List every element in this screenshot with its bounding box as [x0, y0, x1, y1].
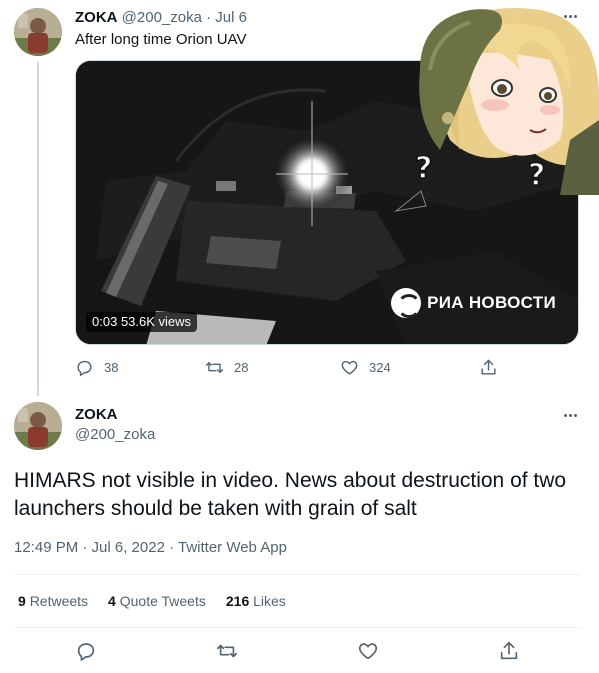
retweets-stat-count: 9 [18, 593, 26, 609]
heart-icon [341, 360, 358, 375]
likes-stat-label: Likes [253, 593, 286, 609]
thread-line [37, 62, 39, 396]
reply-icon [77, 643, 95, 661]
retweets-stat-label: Retweets [29, 593, 89, 609]
retweet-count: 28 [234, 360, 249, 375]
retweet-icon [205, 362, 224, 373]
like-count: 324 [369, 360, 391, 375]
quotes-stat-count: 4 [108, 593, 116, 609]
parent-author-handle[interactable]: @200_zoka [122, 9, 202, 26]
video-views: 53.6K views [120, 314, 192, 329]
parent-share-button[interactable] [479, 358, 498, 377]
main-tweet-text: HIMARS not visible in video. News about … [14, 469, 567, 520]
parent-author-name[interactable]: ZOKA [75, 9, 118, 26]
main-author-name[interactable]: ZOKA [75, 405, 118, 425]
parent-retweet-button[interactable]: 28 [205, 358, 248, 377]
likes-stat-count: 216 [225, 593, 250, 609]
parent-more-icon[interactable] [560, 6, 580, 26]
parent-like-button[interactable]: 324 [340, 358, 391, 377]
likes-stat[interactable]: 216 Likes [226, 591, 286, 611]
header-separator: · [206, 9, 212, 26]
parent-header: ZOKA @200_zoka · Jul 6 [75, 8, 247, 28]
share-icon [500, 641, 518, 660]
parent-tweet-text: After long time Orion UAV [75, 31, 247, 48]
ria-logo-icon [391, 288, 422, 318]
main-like-button[interactable] [357, 640, 379, 662]
main-more-icon[interactable] [560, 405, 580, 425]
main-tweet-timestamp[interactable]: 12:49 PM · Jul 6, 2022 · Twitter Web App [14, 538, 287, 558]
quotes-stat[interactable]: 4 Quote Tweets [108, 591, 206, 611]
ria-watermark: РИА НОВОСТИ [391, 288, 556, 318]
parent-reply-button[interactable]: 38 [75, 358, 118, 377]
main-retweet-button[interactable] [216, 640, 238, 662]
video-time: 0:03 [92, 314, 118, 329]
divider-bottom [14, 627, 581, 628]
retweets-stat[interactable]: 9 Retweets [18, 591, 88, 611]
share-icon [481, 359, 496, 375]
engagement-stats: 9 Retweets 4 Quote Tweets 216 Likes [18, 591, 286, 611]
retweet-icon [217, 644, 237, 658]
quotes-stat-label: Quote Tweets [119, 593, 206, 609]
heart-icon [358, 643, 378, 660]
main-avatar[interactable] [14, 402, 62, 450]
divider-top [14, 574, 581, 575]
main-action-bar [0, 640, 599, 664]
main-reply-button[interactable] [75, 640, 97, 662]
reply-icon [77, 360, 92, 376]
main-share-button[interactable] [498, 640, 520, 662]
watermark-text: РИА НОВОСТИ [427, 293, 556, 312]
parent-date[interactable]: Jul 6 [215, 9, 247, 26]
reply-count: 38 [104, 360, 119, 375]
video-time-views: 0:03 53.6K views [86, 312, 198, 332]
video-player[interactable]: 0:03 53.6K views РИА НОВОСТИ [75, 60, 579, 345]
main-author-handle[interactable]: @200_zoka [75, 425, 155, 445]
parent-avatar[interactable] [14, 8, 62, 56]
